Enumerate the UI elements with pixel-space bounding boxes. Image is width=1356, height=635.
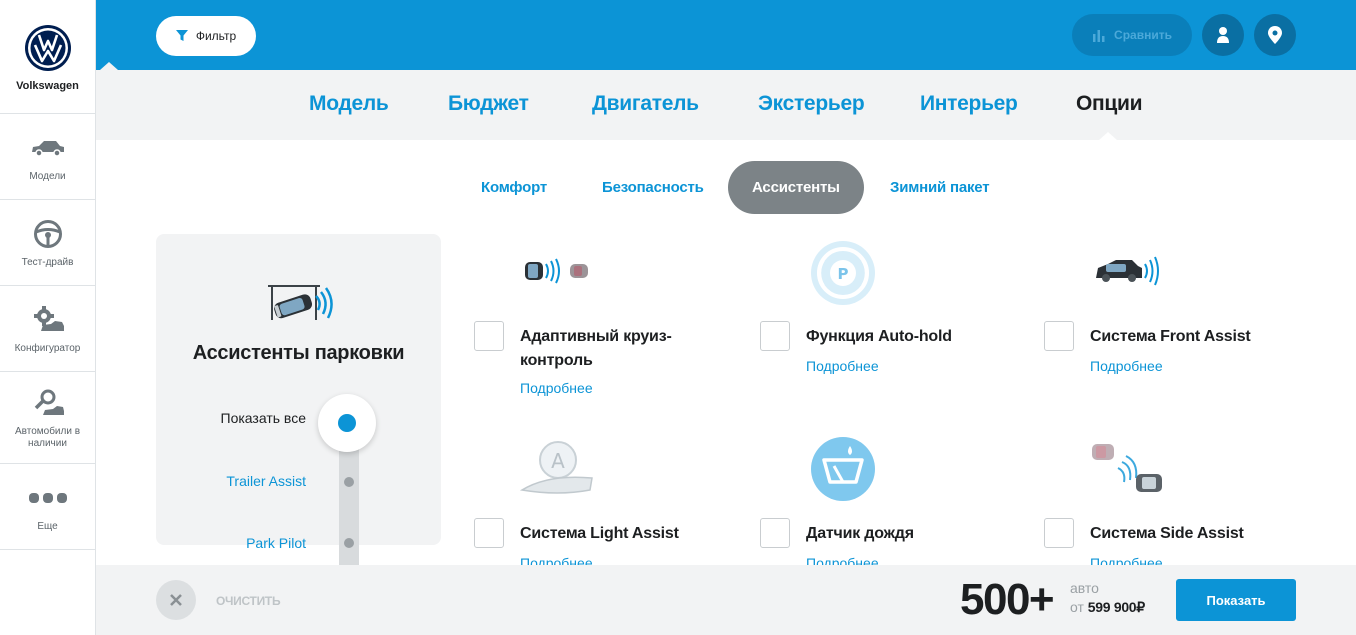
vw-logo-icon: [24, 25, 71, 71]
option-trailer-assist[interactable]: Trailer Assist: [226, 473, 306, 489]
tab-budget[interactable]: Бюджет: [448, 92, 529, 116]
parking-assistants-card: Ассистенты парковки Показать все Trailer…: [156, 234, 441, 565]
user-icon: [1217, 27, 1229, 43]
sidebar-item-label: Тест-драйв: [21, 256, 74, 268]
location-pin-icon: [1268, 26, 1282, 44]
filter-button[interactable]: Фильтр: [156, 16, 256, 56]
svg-text:A: A: [551, 449, 565, 473]
tab-engine[interactable]: Двигатель: [592, 92, 699, 116]
clear-filters-label[interactable]: ОЧИСТИТЬ: [216, 594, 281, 608]
compare-button[interactable]: Сравнить: [1072, 14, 1192, 56]
subtab-comfort[interactable]: Комфорт: [481, 179, 547, 196]
sidebar-item-test-drive[interactable]: Тест-драйв: [0, 200, 95, 286]
light-assist-icon: A: [519, 441, 593, 494]
feature-checkbox[interactable]: [1044, 518, 1074, 548]
active-tab-caret: [1099, 132, 1117, 140]
feature-title: Система Side Assist: [1090, 525, 1244, 542]
rain-sensor-icon: [811, 437, 875, 501]
tab-exterior[interactable]: Экстерьер: [758, 92, 865, 116]
more-link[interactable]: Подробнее: [1090, 358, 1163, 374]
bar-chart-icon: [1093, 30, 1105, 42]
sidebar-item-label: Автомобили в наличии: [14, 425, 81, 449]
feature-rain-sensor: Датчик дождя Подробнее: [760, 436, 1020, 571]
filter-label: Фильтр: [195, 29, 237, 43]
subtab-assistants[interactable]: Ассистенты: [728, 161, 864, 214]
tab-model[interactable]: Модель: [309, 92, 389, 116]
sidebar-item-more[interactable]: Еще: [0, 464, 95, 550]
feature-adaptive-cruise: Адаптивный круиз-контроль Подробнее: [474, 240, 734, 410]
adaptive-cruise-icon: [525, 258, 588, 284]
feature-checkbox[interactable]: [760, 321, 790, 351]
sidebar-item-in-stock[interactable]: Автомобили в наличии: [0, 372, 95, 464]
sidebar-item-models[interactable]: Модели: [0, 114, 95, 200]
slider-tick[interactable]: [344, 477, 354, 487]
svg-text:P: P: [838, 265, 849, 283]
auto-hold-icon: P: [811, 241, 875, 305]
results-bar: ОЧИСТИТЬ 500+ авто от 599 900₽ Показать: [96, 565, 1356, 635]
feature-title: Система Front Assist: [1090, 328, 1251, 345]
dealer-location-button[interactable]: [1254, 14, 1296, 56]
sidebar-item-configurator[interactable]: Конфигуратор: [0, 286, 95, 372]
price-from: от 599 900₽: [1070, 599, 1145, 616]
user-account-button[interactable]: [1202, 14, 1244, 56]
sidebar-item-label: Модели: [29, 170, 66, 182]
option-slider-knob[interactable]: [318, 394, 376, 452]
feature-light-assist: A Система Light Assist Подробнее: [474, 436, 734, 571]
feature-title: Система Light Assist: [520, 525, 679, 542]
sidebar-item-label: Конфигуратор: [14, 342, 81, 354]
sidebar-item-label: Еще: [37, 520, 58, 532]
feature-checkbox[interactable]: [1044, 321, 1074, 351]
slider-tick[interactable]: [344, 538, 354, 548]
option-show-all[interactable]: Показать все: [221, 410, 306, 426]
more-link[interactable]: Подробнее: [520, 380, 593, 396]
car-icon: [28, 131, 68, 165]
clear-filters-button[interactable]: [156, 580, 196, 620]
feature-checkbox[interactable]: [760, 518, 790, 548]
feature-side-assist: Система Side Assist Подробнее: [1044, 436, 1304, 571]
feature-front-assist: Система Front Assist Подробнее: [1044, 240, 1304, 410]
sidebar: Volkswagen Модели Тест-драйв Конфигурато…: [0, 0, 96, 635]
tab-interior[interactable]: Интерьер: [920, 92, 1018, 116]
filter-icon: [175, 30, 188, 41]
subtab-safety[interactable]: Безопасность: [602, 179, 704, 196]
main-tabs: Модель Бюджет Двигатель Экстерьер Интерь…: [96, 70, 1356, 140]
compare-label: Сравнить: [1114, 28, 1172, 42]
tab-options[interactable]: Опции: [1076, 92, 1143, 116]
feature-checkbox[interactable]: [474, 321, 504, 351]
knob-dot: [338, 414, 356, 432]
feature-auto-hold: P Функция Auto-hold Подробнее: [760, 240, 1020, 410]
side-assist-icon: [1092, 444, 1162, 492]
close-icon: [170, 594, 182, 606]
more-link[interactable]: Подробнее: [806, 358, 879, 374]
subtab-winter-package[interactable]: Зимний пакет: [890, 179, 990, 196]
price-prefix: от: [1070, 599, 1084, 615]
feature-checkbox[interactable]: [474, 518, 504, 548]
card-title: Ассистенты парковки: [192, 342, 405, 364]
brand-name: Volkswagen: [16, 80, 79, 92]
show-results-button[interactable]: Показать: [1176, 579, 1296, 621]
option-park-pilot[interactable]: Park Pilot: [246, 535, 306, 551]
brand-block[interactable]: Volkswagen: [0, 0, 95, 114]
results-unit: авто: [1070, 580, 1099, 596]
configurator-icon: [28, 303, 68, 337]
top-header: Фильтр Сравнить: [96, 0, 1356, 70]
price-value: 599 900₽: [1087, 599, 1145, 615]
car-search-icon: [28, 386, 68, 420]
more-dots-icon: [28, 481, 68, 515]
results-count: 500+: [960, 575, 1055, 624]
feature-title: Датчик дождя: [806, 525, 914, 542]
feature-title: Функция Auto-hold: [806, 328, 952, 345]
front-assist-icon: [1096, 256, 1159, 286]
feature-title: Адаптивный круиз-контроль: [520, 328, 672, 369]
steering-wheel-icon: [28, 217, 68, 251]
filter-caret: [100, 62, 118, 70]
parking-assist-icon: [268, 285, 333, 320]
